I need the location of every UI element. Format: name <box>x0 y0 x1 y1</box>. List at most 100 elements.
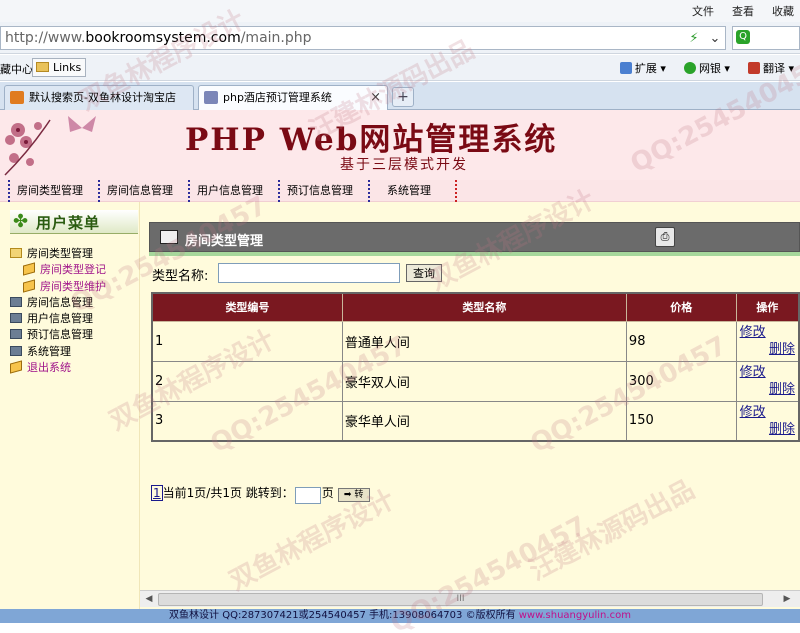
cell-id: 3 <box>151 400 343 442</box>
edit-link[interactable]: 修改 <box>740 364 795 381</box>
tab-bar: 默认搜索页-双鱼林设计淘宝店 php酒店预订管理系统 × + <box>0 82 800 110</box>
favorites-bar: 藏中心 Links 扩展 ▾ 网银 ▾ 翻译 ▾ <box>0 55 800 81</box>
banner-title: PHP Web网站管理系统 <box>185 122 558 158</box>
page-footer: 双鱼林设计 QQ:287307421或254540457 手机:13908064… <box>0 609 800 623</box>
menu-view[interactable]: 查看 <box>732 3 754 19</box>
tree-room-type-maintain[interactable]: 房间类型维护 <box>10 278 106 295</box>
cell-id: 2 <box>151 360 343 402</box>
banner-subtitle: 基于三层模式开发 <box>340 157 468 173</box>
new-tab-button[interactable]: + <box>392 87 414 107</box>
stack-icon <box>10 296 22 307</box>
go-button[interactable]: ➡ 转 <box>337 488 370 502</box>
menu-tree: 房间类型管理 房间类型登记 房间类型维护 房间信息管理 用户信息管理 预订信息管… <box>10 246 106 376</box>
page-link[interactable]: 1 <box>151 485 163 501</box>
tab-search[interactable]: 默认搜索页-双鱼林设计淘宝店 <box>4 85 194 110</box>
cell-ops: 修改 删除 <box>735 400 800 442</box>
tree-user-info[interactable]: 用户信息管理 <box>10 311 106 327</box>
cell-ops: 修改 删除 <box>735 320 800 362</box>
shield-icon <box>683 62 696 74</box>
type-name-label: 类型名称: <box>152 269 209 284</box>
delete-link[interactable]: 删除 <box>740 341 795 358</box>
nav-room-info[interactable]: 房间信息管理 <box>98 180 173 202</box>
menu-file[interactable]: 文件 <box>692 3 714 19</box>
search-box[interactable]: Q <box>732 26 800 50</box>
nav-divider <box>455 180 457 202</box>
folder-open-icon <box>10 248 22 258</box>
cell-price: 300 <box>625 360 737 402</box>
menu-favorites[interactable]: 收藏 <box>772 3 794 19</box>
nav-room-type[interactable]: 房间类型管理 <box>8 180 83 202</box>
lightning-icon[interactable]: ⚡ <box>684 30 704 48</box>
stack-icon <box>10 313 22 324</box>
tab-hotel-system[interactable]: php酒店预订管理系统 × <box>198 85 388 110</box>
cell-ops: 修改 删除 <box>735 360 800 402</box>
table-row: 2 豪华双人间 300 修改 删除 <box>151 360 800 402</box>
jump-page-input[interactable] <box>294 487 321 504</box>
cell-name: 普通单人间 <box>341 320 627 362</box>
folder-icon <box>36 62 49 72</box>
nav-booking-info[interactable]: 预订信息管理 <box>278 180 353 202</box>
col-price: 价格 <box>625 292 737 322</box>
window-icon <box>160 230 178 244</box>
stack-icon <box>10 345 22 356</box>
search-engine-icon[interactable]: Q <box>736 30 750 44</box>
tree-system[interactable]: 系统管理 <box>10 344 106 360</box>
delete-link[interactable]: 删除 <box>740 421 795 438</box>
col-type-name: 类型名称 <box>341 292 627 322</box>
table-row: 3 豪华单人间 150 修改 删除 <box>151 400 800 442</box>
printer-icon[interactable]: ⎙ <box>655 227 675 247</box>
extensions-button[interactable]: 扩展 ▾ <box>619 60 666 76</box>
flower-decoration-icon <box>4 116 96 176</box>
cell-name: 豪华双人间 <box>341 360 627 402</box>
php-icon <box>204 91 218 104</box>
scroll-left-icon[interactable]: ◀ <box>142 593 156 606</box>
footer-link[interactable]: www.shuangyulin.com <box>519 610 631 621</box>
tree-room-type-add[interactable]: 房间类型登记 <box>10 262 106 278</box>
table-row: 1 普通单人间 98 修改 删除 <box>151 320 800 362</box>
taobao-icon <box>10 91 24 104</box>
book-icon <box>23 262 35 276</box>
browser-menubar: 文件 查看 收藏 <box>0 0 800 22</box>
translate-icon <box>747 62 760 74</box>
chevron-down-icon[interactable]: ⌄ <box>705 30 725 48</box>
leaf-icon: ✤ <box>13 211 29 232</box>
pagination: 1 当前1页/共1页 跳转到： 页 ➡ 转 <box>151 484 370 504</box>
edit-link[interactable]: 修改 <box>740 404 795 421</box>
address-bar-area: http://www.bookroomsystem.com/main.php <box>0 22 800 54</box>
footer-text: 双鱼林设计 QQ:287307421或254540457 手机:13908064… <box>169 610 519 621</box>
tree-room-info[interactable]: 房间信息管理 <box>10 295 106 311</box>
horizontal-scrollbar[interactable]: ◀ III ▶ <box>140 590 800 607</box>
edit-link[interactable]: 修改 <box>740 324 795 341</box>
pager-suffix: 页 <box>321 486 334 500</box>
favorites-center[interactable]: 藏中心 <box>0 61 33 77</box>
user-menu-header: ✤ 用户菜单 <box>10 210 138 234</box>
pager-text: 当前1页/共1页 跳转到： <box>162 486 294 500</box>
panel-header: 房间类型管理 ⎙ <box>149 222 800 252</box>
type-name-input[interactable] <box>218 263 400 283</box>
cell-name: 豪华单人间 <box>341 400 627 442</box>
grid-icon <box>619 62 632 74</box>
translate-button[interactable]: 翻译 ▾ <box>747 60 794 76</box>
col-type-id: 类型编号 <box>151 292 343 322</box>
sidebar: ✤ 用户菜单 房间类型管理 房间类型登记 房间类型维护 房间信息管理 用户信息管… <box>0 202 140 612</box>
links-folder[interactable]: Links <box>32 58 87 77</box>
delete-link[interactable]: 删除 <box>740 381 795 398</box>
status-bar <box>0 623 800 633</box>
cell-price: 98 <box>625 320 737 362</box>
tree-room-type[interactable]: 房间类型管理 <box>10 246 106 262</box>
book-icon <box>23 278 35 293</box>
room-type-table: 类型编号 类型名称 价格 操作 1 普通单人间 98 修改 删除 2 豪华双人间… <box>151 292 800 442</box>
stack-icon <box>10 329 22 340</box>
query-button[interactable]: 查询 <box>406 264 442 282</box>
nav-system[interactable]: 系统管理 <box>368 180 431 202</box>
address-input[interactable]: http://www.bookroomsystem.com/main.php <box>0 26 726 50</box>
scroll-right-icon[interactable]: ▶ <box>780 593 794 606</box>
cell-price: 150 <box>625 400 737 442</box>
close-icon[interactable]: × <box>370 86 381 109</box>
tree-booking-info[interactable]: 预订信息管理 <box>10 327 106 343</box>
nav-user-info[interactable]: 用户信息管理 <box>188 180 263 202</box>
tree-logout[interactable]: 退出系统 <box>10 360 106 376</box>
book-icon <box>10 360 22 374</box>
scroll-thumb[interactable]: III <box>158 593 763 606</box>
ebank-button[interactable]: 网银 ▾ <box>683 60 730 76</box>
